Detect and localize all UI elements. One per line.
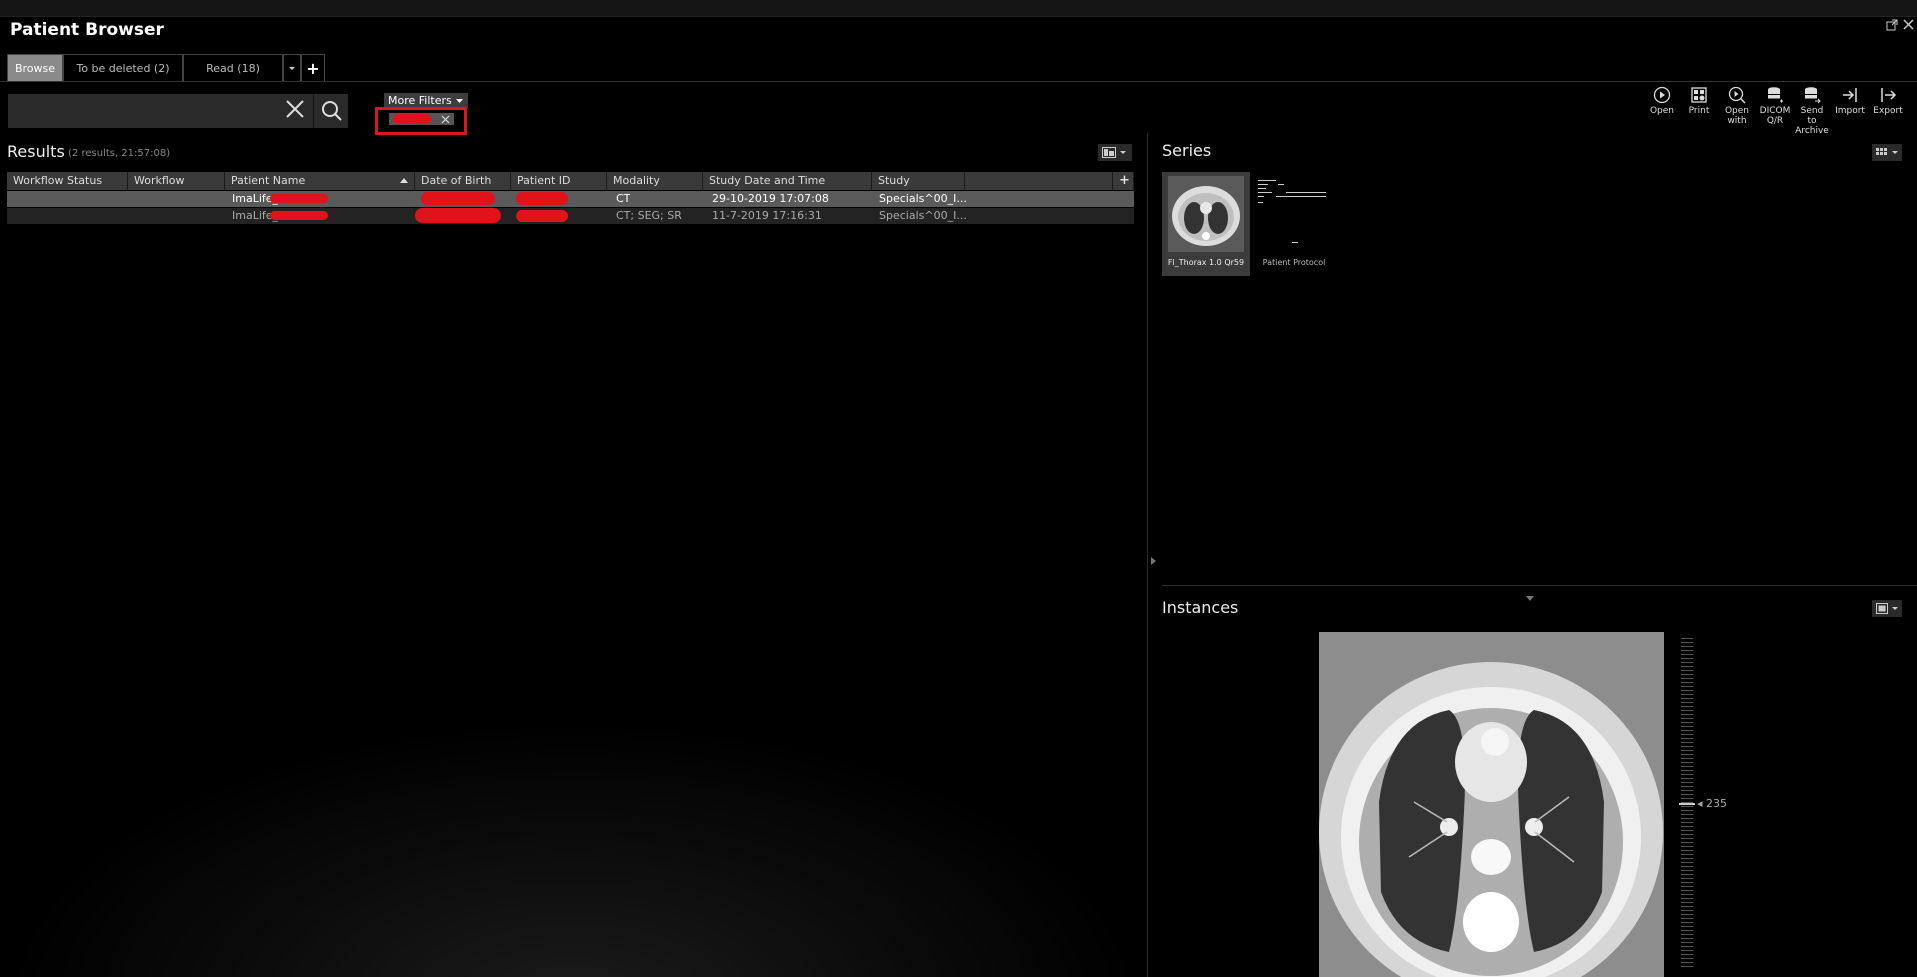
clear-search-icon[interactable] <box>284 98 306 126</box>
slice-number-value: 235 <box>1706 797 1728 810</box>
import-icon <box>1841 86 1859 104</box>
slice-number: ◂ 235 <box>1697 797 1727 810</box>
export-button[interactable]: Export <box>1871 86 1905 116</box>
tab-browse[interactable]: Browse <box>7 54 63 81</box>
patient-name-header-label: Patient Name <box>231 174 306 187</box>
series-thumbnail-label: Fl_Thorax 1.0 Qr59 <box>1167 258 1245 267</box>
series-view-button[interactable] <box>1872 144 1902 161</box>
search-button[interactable] <box>313 94 348 128</box>
cell-study-description: Specials^00_I... <box>879 192 967 205</box>
more-filters-label: More Filters <box>388 94 452 107</box>
import-label: Import <box>1835 106 1865 116</box>
print-button[interactable]: Print <box>1682 86 1716 116</box>
tab-to-be-deleted[interactable]: To be deleted (2) <box>63 54 183 81</box>
protocol-thumbnail-image <box>1256 174 1334 252</box>
popout-icon[interactable] <box>1886 19 1898 35</box>
redaction-mark <box>415 208 501 223</box>
app-title: Patient Browser <box>10 20 164 40</box>
layout-icon <box>1102 147 1128 161</box>
database-icon <box>1766 86 1784 104</box>
column-header-date-of-birth[interactable]: Date of Birth <box>415 172 511 190</box>
grid-view-icon <box>1876 147 1900 161</box>
send-to-archive-button[interactable]: Send to Archive <box>1795 86 1829 136</box>
open-with-icon <box>1728 86 1746 104</box>
expand-left-icon[interactable] <box>1151 555 1157 568</box>
results-layout-button[interactable] <box>1098 144 1132 161</box>
more-filters-dropdown[interactable]: More Filters <box>384 93 469 108</box>
ct-scan-image <box>1319 632 1664 977</box>
import-button[interactable]: Import <box>1833 86 1867 116</box>
close-icon[interactable] <box>1903 19 1914 34</box>
redaction-mark <box>270 211 328 220</box>
instances-title: Instances <box>1162 598 1239 617</box>
column-header-study-description[interactable]: Study Descripti... <box>872 172 965 205</box>
tab-divider <box>0 81 1917 82</box>
open-label: Open <box>1649 106 1675 116</box>
column-header-modality[interactable]: Modality <box>607 172 703 190</box>
tab-dropdown[interactable] <box>283 54 301 81</box>
column-header-patient-id[interactable]: Patient ID <box>511 172 607 190</box>
archive-icon <box>1803 86 1821 104</box>
column-header-workflow-status[interactable]: Workflow Status <box>7 172 128 190</box>
tab-read[interactable]: Read (18) <box>183 54 283 81</box>
open-button[interactable]: Open <box>1645 86 1679 116</box>
collapse-down-icon[interactable] <box>1526 591 1534 604</box>
add-tab-button[interactable]: + <box>301 54 325 81</box>
table-row[interactable]: ImaLife_ CT 29-10-2019 17:07:08 Specials… <box>7 191 1134 207</box>
cell-study-date-time: 29-10-2019 17:07:08 <box>712 192 829 205</box>
series-thumbnail[interactable]: Fl_Thorax 1.0 Qr59 <box>1162 172 1250 276</box>
open-with-button[interactable]: Open with <box>1718 86 1756 126</box>
series-title: Series <box>1162 141 1212 160</box>
cell-modality: CT; SEG; SR <box>616 209 682 222</box>
column-header-empty <box>965 172 1113 190</box>
export-label: Export <box>1873 106 1903 116</box>
column-header-study-date-time[interactable]: Study Date and Time <box>703 172 872 190</box>
series-thumbnail[interactable]: Patient Protocol <box>1254 172 1334 276</box>
single-view-icon <box>1876 603 1900 617</box>
cell-study-description: Specials^00_I... <box>879 209 967 222</box>
background-glow <box>0 720 1147 977</box>
instances-view-button[interactable] <box>1872 600 1902 617</box>
window-top-strip <box>0 0 1917 17</box>
print-label: Print <box>1688 106 1710 116</box>
open-with-label: Open with <box>1724 106 1750 126</box>
print-icon <box>1690 86 1708 104</box>
results-title: Results <box>7 142 65 161</box>
ct-thumbnail-image <box>1168 176 1244 252</box>
redaction-mark <box>421 192 495 205</box>
search-input[interactable] <box>8 94 313 128</box>
search-icon <box>321 100 343 125</box>
play-icon <box>1653 86 1671 104</box>
cell-modality: CT <box>616 192 631 205</box>
export-icon <box>1879 86 1897 104</box>
ct-image-viewer[interactable] <box>1319 632 1664 977</box>
dicom-qr-label: DICOM Q/R <box>1759 106 1791 126</box>
panel-splitter[interactable] <box>1147 133 1148 977</box>
chevron-down-icon <box>455 94 464 107</box>
cell-study-date-time: 11-7-2019 17:16:31 <box>712 209 822 222</box>
table-row[interactable]: ImaLife_ CT; SEG; SR 11-7-2019 17:16:31 … <box>7 208 1134 224</box>
dicom-qr-button[interactable]: DICOM Q/R <box>1758 86 1792 126</box>
redaction-mark <box>516 210 568 222</box>
redaction-mark <box>516 192 568 205</box>
results-count: (2 results, 21:57:08) <box>68 148 171 159</box>
slider-pointer-icon: ◂ <box>1697 797 1703 810</box>
filter-highlight-box <box>375 107 467 135</box>
chevron-down-icon <box>288 62 296 75</box>
add-column-button[interactable]: + <box>1113 172 1134 190</box>
panel-separator <box>1162 585 1917 586</box>
series-thumbnail-label: Patient Protocol <box>1262 258 1326 267</box>
column-header-patient-name[interactable]: Patient Name <box>225 172 415 190</box>
column-header-workflow-desc[interactable]: Workflow Desc... <box>128 172 225 205</box>
send-to-archive-label: Send to Archive <box>1795 106 1829 136</box>
redaction-mark <box>270 194 328 203</box>
slider-thumb[interactable] <box>1679 803 1695 805</box>
